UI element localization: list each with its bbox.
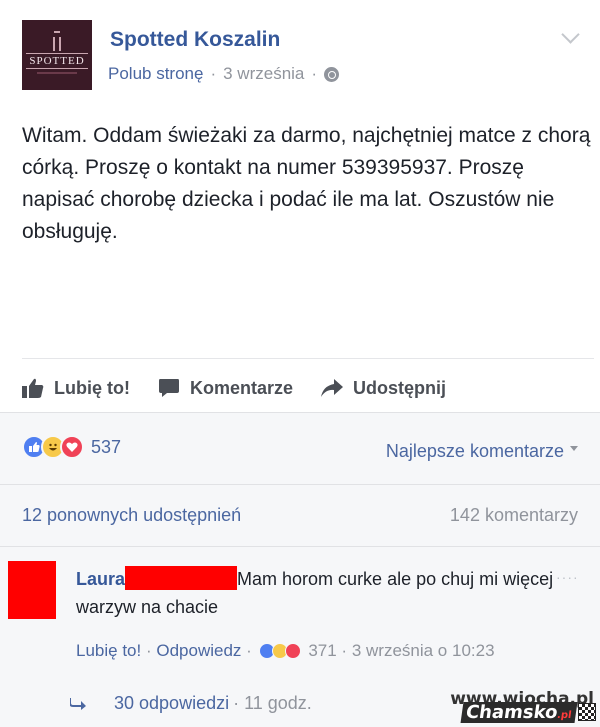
comment-body: Laura Mam horom curke ale po chuj mi więc… [76, 565, 556, 621]
view-replies-link[interactable]: 30 odpowiedzi · 11 godz. [70, 693, 312, 714]
comment-like-button[interactable]: Lubię to! [76, 641, 141, 660]
comments-area: 537 Najlepsze komentarze 12 ponownych ud… [0, 412, 600, 727]
sort-comments-label: Najlepsze komentarze [385, 441, 564, 461]
post-meta: Polub stronę · 3 września · [108, 64, 340, 84]
share-arrow-icon [321, 379, 344, 397]
checkered-flag-icon [578, 703, 596, 721]
post-header: SPOTTED Spotted Koszalin Polub stronę · … [0, 0, 600, 110]
page-avatar[interactable]: SPOTTED [22, 20, 92, 90]
chevron-down-icon[interactable] [561, 25, 580, 44]
comment-time[interactable]: 3 września o 10:23 [352, 641, 495, 660]
divider [0, 546, 600, 547]
avatar-logo-text: SPOTTED [26, 52, 88, 69]
like-page-link[interactable]: Polub stronę [108, 64, 203, 84]
like-button-label: Lubię to! [54, 377, 130, 398]
shares-link[interactable]: 12 ponownych udostępnień [22, 505, 241, 526]
share-button-label: Udostępnij [353, 377, 447, 398]
like-button[interactable]: Lubię to! [22, 378, 130, 399]
post-action-bar: Lubię to! Komentarze Udostępnij [22, 368, 594, 408]
more-dots-icon[interactable]: ···· [556, 569, 579, 585]
comment-actions-separator: · [341, 641, 348, 660]
comment-reactions[interactable] [258, 643, 301, 659]
avatar-tower-icon [53, 30, 61, 51]
reply-arrow-icon [70, 697, 86, 710]
watermark: www.wiocha.pl Chamsko.pl [428, 689, 598, 725]
reaction-count: 537 [91, 436, 122, 457]
globe-icon [324, 66, 340, 82]
divider [22, 358, 594, 359]
watermark-logo: Chamsko.pl [460, 702, 578, 723]
replies-count: 30 odpowiedzi [114, 693, 230, 713]
name-redaction [125, 566, 238, 590]
post-date[interactable]: 3 września [223, 64, 304, 84]
commenter-name[interactable]: Laura [76, 569, 125, 589]
post-text: Witam. Oddam świeżaki za darmo, najchętn… [22, 124, 591, 243]
meta-separator: · [311, 64, 318, 83]
divider [0, 484, 600, 485]
comment-actions-separator: · [246, 641, 252, 660]
caret-down-icon [570, 446, 578, 451]
comment-reaction-count: 371 [308, 641, 337, 660]
comment-actions: Lubię to! · Odpowiedz · 371 · 3 września… [76, 637, 546, 665]
comment-button-label: Komentarze [189, 377, 294, 398]
comments-count-link[interactable]: 142 komentarzy [450, 505, 578, 526]
replies-time: · 11 godz. [233, 693, 312, 713]
meta-separator: · [210, 64, 217, 83]
comment-button[interactable]: Komentarze [158, 378, 293, 399]
comment-bubble-icon [158, 379, 179, 397]
commenter-avatar-redacted[interactable] [8, 561, 56, 619]
watermark-tld: .pl [556, 710, 573, 721]
comment-actions-separator: · [145, 641, 152, 660]
love-reaction-icon [60, 435, 84, 459]
sort-comments-dropdown[interactable]: Najlepsze komentarze [386, 441, 578, 462]
avatar-underline [37, 71, 77, 74]
thumbs-up-icon [22, 378, 44, 398]
page-name[interactable]: Spotted Koszalin [110, 28, 280, 52]
watermark-main-text: Chamsko [464, 702, 560, 723]
love-reaction-icon [284, 643, 301, 659]
reactions-summary[interactable]: 537 [22, 435, 121, 459]
comment-reply-button[interactable]: Odpowiedz [156, 641, 241, 660]
share-button[interactable]: Udostępnij [321, 378, 446, 399]
